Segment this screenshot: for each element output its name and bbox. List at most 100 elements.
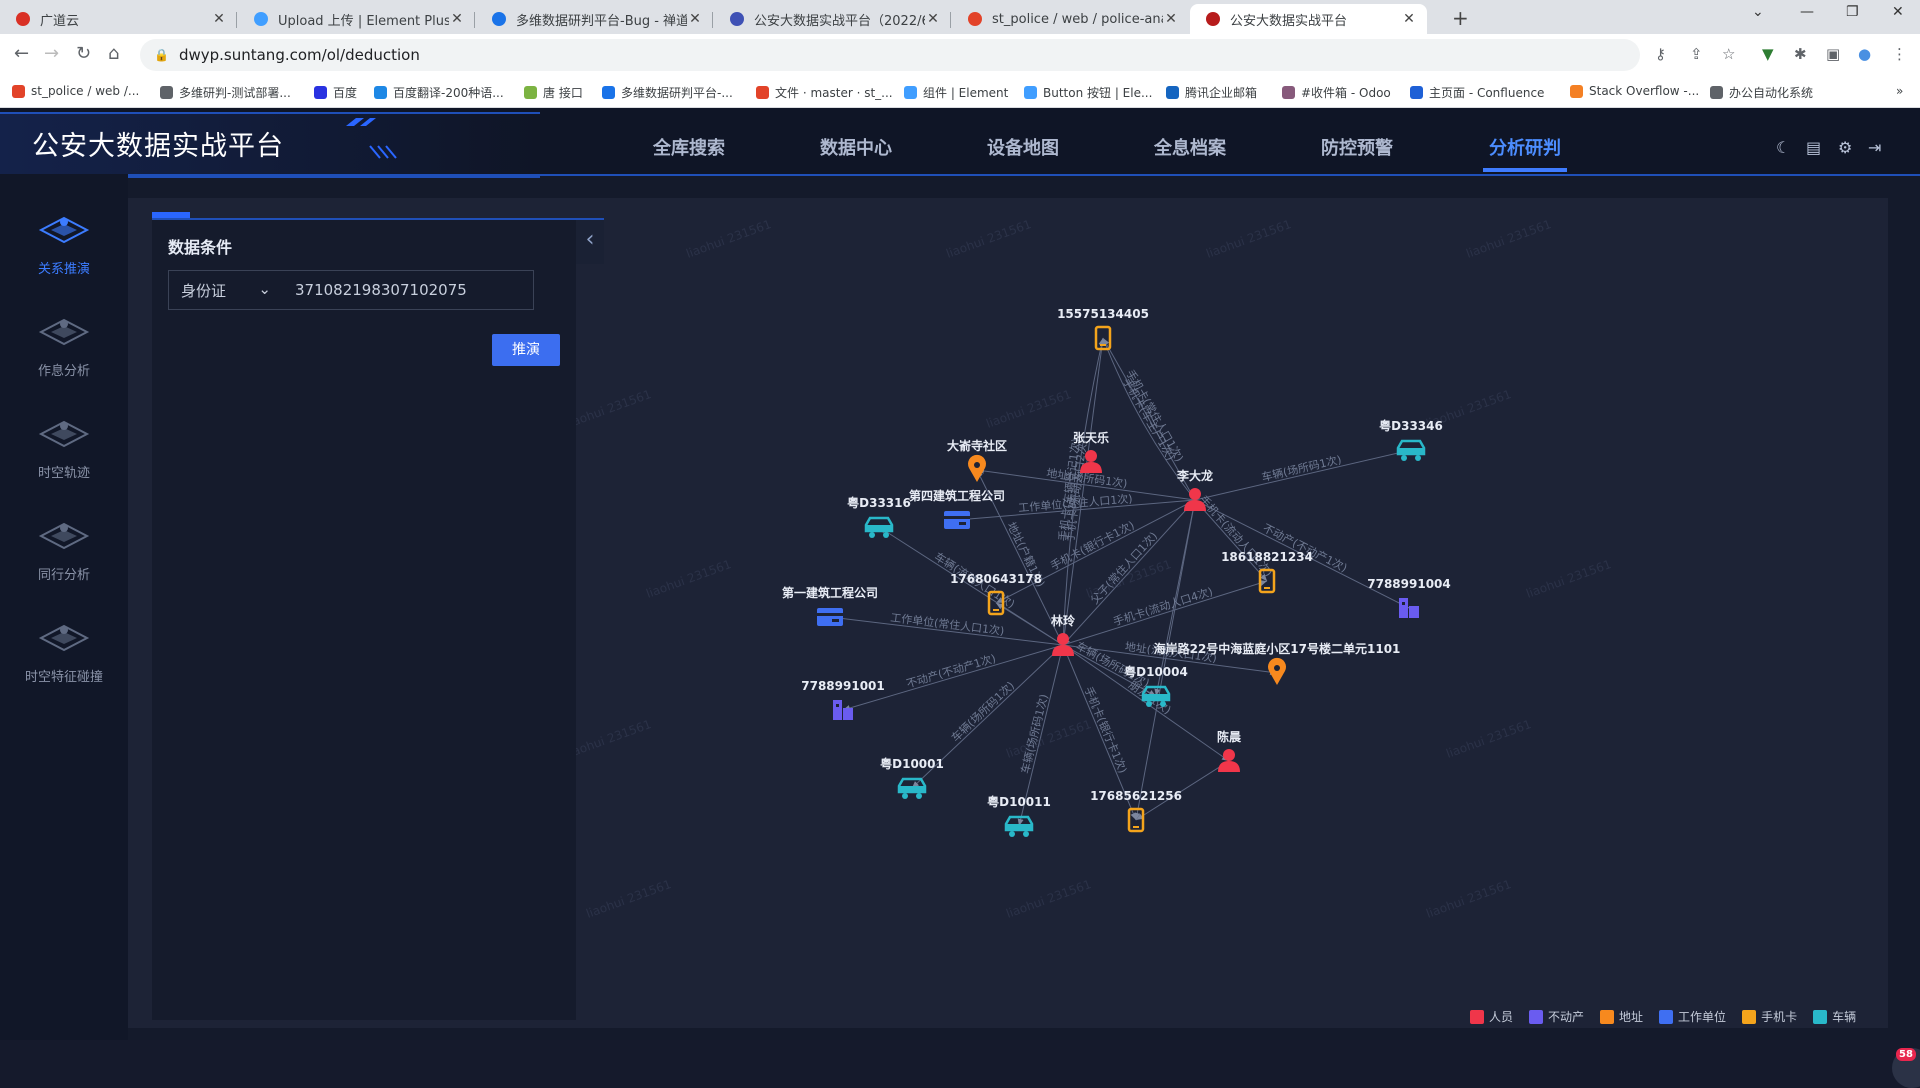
- watermark-text: liaohui 231561: [644, 557, 733, 601]
- graph-edge[interactable]: [1194, 448, 1412, 501]
- bookmark-label: 百度翻译-200种语...: [393, 86, 504, 100]
- graph-node-label: 李大龙: [1176, 468, 1213, 483]
- minimize-icon[interactable]: —: [1800, 4, 1814, 20]
- window-close-icon[interactable]: ✕: [1892, 4, 1904, 20]
- graph-edge-label: 不动产(不动产1次): [905, 651, 998, 691]
- graph-node-car[interactable]: 粤D33316: [847, 495, 911, 538]
- bookmark-item[interactable]: 办公自动化系统: [1710, 84, 1813, 101]
- url-input[interactable]: 🔒 dwyp.suntang.com/ol/deduction: [140, 39, 1640, 71]
- tab-close-icon[interactable]: ✕: [211, 11, 227, 27]
- back-icon[interactable]: ←: [14, 43, 29, 64]
- graph-node-phone[interactable]: 17685621256: [1090, 789, 1182, 833]
- graph-edge-label: 不动产(不动产1次): [1261, 521, 1350, 575]
- tab-close-icon[interactable]: ✕: [925, 11, 941, 27]
- browser-tab[interactable]: 广道云 ✕: [0, 4, 237, 34]
- tab-close-icon[interactable]: ✕: [1401, 11, 1417, 27]
- browser-tab[interactable]: 多维数据研判平台-Bug - 禅道 ✕: [476, 4, 713, 34]
- collapse-panel-button[interactable]: ‹: [576, 220, 604, 264]
- menu-icon[interactable]: ⋮: [1892, 45, 1907, 63]
- legend-label: 车辆: [1832, 1010, 1857, 1024]
- bookmark-item[interactable]: 多维数据研判平台-...: [602, 84, 733, 101]
- browser-tab[interactable]: st_police / web / police-analys✕: [952, 4, 1189, 34]
- floating-assistant-button[interactable]: 58: [1892, 1048, 1920, 1088]
- sidebar: 关系推演作息分析时空轨迹同行分析时空特征碰撞: [0, 174, 128, 1040]
- bookmarks-overflow-icon[interactable]: »: [1896, 84, 1903, 98]
- deduce-button[interactable]: 推演: [492, 334, 560, 366]
- bookmark-item[interactable]: st_police / web /...: [12, 84, 139, 98]
- graph-node-car[interactable]: 粤D10001: [880, 756, 944, 799]
- nav-item[interactable]: 数据中心: [820, 134, 892, 160]
- tab-close-icon[interactable]: ✕: [449, 11, 465, 27]
- tab-title: 广道云: [40, 13, 80, 29]
- tab-search-icon[interactable]: ⌄: [1752, 4, 1764, 20]
- nav-item[interactable]: 全息档案: [1154, 134, 1226, 160]
- star-icon[interactable]: ☆: [1722, 45, 1735, 63]
- bookmark-item[interactable]: 百度: [314, 84, 357, 101]
- sidebar-item[interactable]: 时空轨迹: [0, 414, 128, 481]
- bookmark-item[interactable]: 文件 · master · st_...: [756, 84, 893, 101]
- bookmark-item[interactable]: 主页面 - Confluence: [1410, 84, 1544, 101]
- browser-tab[interactable]: 公安大数据实战平台 ✕: [1190, 4, 1427, 34]
- sidebar-item[interactable]: 时空特征碰撞: [0, 618, 128, 685]
- bookmark-item[interactable]: 多维研判-测试部署...: [160, 84, 291, 101]
- graph-node-car[interactable]: 粤D33346: [1379, 418, 1443, 461]
- clipboard-icon[interactable]: ▤: [1806, 138, 1821, 157]
- sidepanel-icon[interactable]: ▣: [1826, 45, 1840, 63]
- tab-title: Upload 上传 | Element Plus: [278, 13, 449, 29]
- sidebar-item[interactable]: 关系推演: [0, 210, 128, 277]
- sidebar-item[interactable]: 同行分析: [0, 516, 128, 583]
- sidebar-item[interactable]: 作息分析: [0, 312, 128, 379]
- nav-item[interactable]: 全库搜索: [653, 134, 725, 160]
- browser-tab[interactable]: Upload 上传 | Element Plus ✕: [238, 4, 475, 34]
- theme-moon-icon[interactable]: ☾: [1776, 138, 1790, 157]
- panel-title: 数据条件: [168, 238, 233, 257]
- extensions-icon[interactable]: ✱: [1794, 45, 1807, 63]
- graph-node-estate[interactable]: 7788991004: [1367, 577, 1451, 618]
- graph-node-estate[interactable]: 7788991001: [801, 679, 885, 720]
- settings-gear-icon[interactable]: ⚙: [1838, 138, 1852, 157]
- vue-devtools-icon[interactable]: ▼: [1762, 45, 1774, 63]
- nav-item[interactable]: 防控预警: [1321, 134, 1393, 160]
- browser-tab[interactable]: 公安大数据实战平台（2022/6/1(✕: [714, 4, 951, 34]
- id-type-select[interactable]: 身份证 ⌄: [169, 280, 281, 301]
- graph-edge[interactable]: [842, 644, 1064, 711]
- graph-node-label: 大嵛寺社区: [947, 438, 1007, 453]
- new-tab-button[interactable]: +: [1452, 6, 1469, 30]
- bookmark-item[interactable]: 组件 | Element: [904, 84, 1008, 101]
- url-text: dwyp.suntang.com/ol/deduction: [178, 46, 420, 64]
- address-bar-row: ← → ↻ ⌂ 🔒 dwyp.suntang.com/ol/deduction …: [0, 34, 1920, 76]
- forward-icon[interactable]: →: [44, 43, 59, 64]
- reload-icon[interactable]: ↻: [76, 43, 91, 64]
- key-icon[interactable]: ⚷: [1655, 45, 1666, 63]
- bookmark-item[interactable]: 腾讯企业邮箱: [1166, 84, 1257, 101]
- bookmark-icon: [1166, 86, 1179, 99]
- nav-item[interactable]: 设备地图: [987, 134, 1059, 160]
- graph-node-work[interactable]: 第一建筑工程公司: [782, 585, 878, 626]
- graph-node-phone[interactable]: 15575134405: [1057, 307, 1149, 351]
- graph-node-work[interactable]: 第四建筑工程公司: [909, 488, 1005, 529]
- nav-item[interactable]: 分析研判: [1489, 134, 1561, 160]
- id-number-input[interactable]: 371082198307102075: [281, 281, 467, 299]
- bookmark-item[interactable]: Button 按钮 | Ele...: [1024, 84, 1152, 101]
- graph-node-car[interactable]: 粤D10011: [987, 794, 1051, 837]
- graph-edge-label: 手机卡(车主户1次): [1120, 375, 1178, 462]
- share-icon[interactable]: ⇪: [1690, 45, 1703, 63]
- bookmark-icon: [524, 86, 537, 99]
- graph-node-addr[interactable]: 大嵛寺社区: [947, 438, 1007, 482]
- bookmark-item[interactable]: Stack Overflow -...: [1570, 84, 1699, 98]
- graph-node-phone[interactable]: 17680643178: [950, 572, 1042, 616]
- restore-icon[interactable]: ❐: [1846, 4, 1859, 20]
- graph-node-addr[interactable]: 海岸路22号中海蓝庭小区17号楼二单元1101: [1154, 641, 1401, 685]
- logout-icon[interactable]: ⇥: [1868, 138, 1881, 157]
- tab-close-icon[interactable]: ✕: [687, 11, 703, 27]
- bookmark-item[interactable]: 唐 接口: [524, 84, 583, 101]
- profile-avatar[interactable]: ●: [1858, 45, 1871, 63]
- tab-close-icon[interactable]: ✕: [1163, 11, 1179, 27]
- graph-node-person[interactable]: 陈晨: [1217, 729, 1242, 772]
- bookmark-icon: [160, 86, 173, 99]
- tab-separator: [712, 12, 713, 28]
- home-icon[interactable]: ⌂: [108, 43, 119, 64]
- bookmark-item[interactable]: #收件箱 - Odoo: [1282, 84, 1391, 101]
- graph-node-phone[interactable]: 18618821234: [1221, 550, 1313, 594]
- bookmark-item[interactable]: 百度翻译-200种语...: [374, 84, 504, 101]
